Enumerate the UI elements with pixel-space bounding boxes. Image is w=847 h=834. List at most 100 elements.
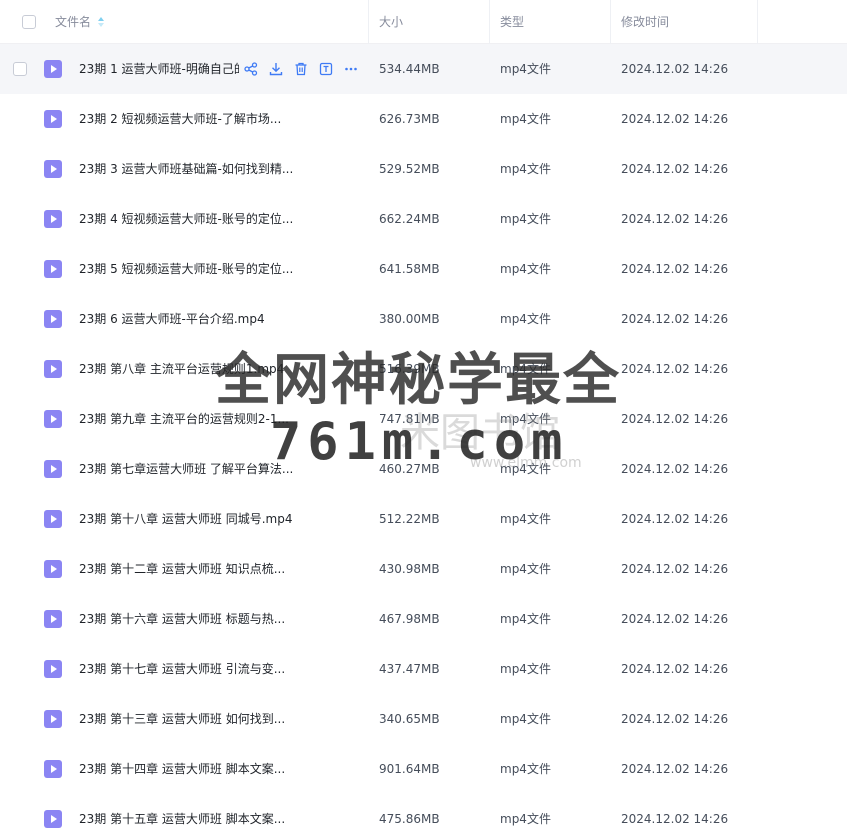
video-file-icon xyxy=(44,660,62,678)
file-modified: 2024.12.02 14:26 xyxy=(621,312,729,326)
file-size: 467.98MB xyxy=(379,612,440,626)
file-type: mp4文件 xyxy=(500,312,551,326)
table-row[interactable]: 23期 第十五章 运营大师班 脚本文案... 475.86MB mp4文件 2024.… xyxy=(0,794,847,834)
file-modified: 2024.12.02 14:26 xyxy=(621,112,729,126)
file-name[interactable]: 23期 第十四章 运营大师班 脚本文案... xyxy=(79,744,349,794)
file-name[interactable]: 23期 第十七章 运营大师班 引流与变... xyxy=(79,644,349,694)
file-modified: 2024.12.02 14:26 xyxy=(621,712,729,726)
video-file-icon xyxy=(44,560,62,578)
file-type: mp4文件 xyxy=(500,412,551,426)
table-row[interactable]: 23期 第十三章 运营大师班 如何找到... 340.65MB mp4文件 2024.… xyxy=(0,694,847,744)
delete-icon[interactable] xyxy=(293,61,309,77)
file-name[interactable]: 23期 1 运营大师班-明确自己的 xyxy=(79,44,239,94)
table-row[interactable]: 23期 第九章 主流平台的运营规则2-1... 747.81MB mp4文件 2024… xyxy=(0,394,847,444)
column-divider[interactable] xyxy=(757,0,758,44)
file-size: 516.39MB xyxy=(379,362,440,376)
row-checkbox[interactable] xyxy=(13,62,27,76)
table-row[interactable]: 23期 3 运营大师班基础篇-如何找到精... 529.52MB mp4文件 2024… xyxy=(0,144,847,194)
rename-icon[interactable] xyxy=(318,61,334,77)
file-type: mp4文件 xyxy=(500,612,551,626)
video-file-icon xyxy=(44,110,62,128)
table-row[interactable]: 23期 2 短视频运营大师班-了解市场... 626.73MB mp4文件 2024.… xyxy=(0,94,847,144)
file-modified: 2024.12.02 14:26 xyxy=(621,162,729,176)
video-file-icon xyxy=(44,360,62,378)
table-row[interactable]: 23期 第十七章 运营大师班 引流与变... 437.47MB mp4文件 2024.… xyxy=(0,644,847,694)
column-header-modified[interactable]: 修改时间 xyxy=(621,0,669,44)
file-type: mp4文件 xyxy=(500,62,551,76)
file-type: mp4文件 xyxy=(500,162,551,176)
file-name[interactable]: 23期 第十二章 运营大师班 知识点梳... xyxy=(79,544,349,594)
table-row[interactable]: 23期 6 运营大师班-平台介绍.mp4 380.00MB mp4文件 2024.12… xyxy=(0,294,847,344)
file-modified: 2024.12.02 14:26 xyxy=(621,512,729,526)
file-type: mp4文件 xyxy=(500,362,551,376)
file-name[interactable]: 23期 5 短视频运营大师班-账号的定位... xyxy=(79,244,349,294)
file-modified: 2024.12.02 14:26 xyxy=(621,562,729,576)
file-name[interactable]: 23期 第七章运营大师班 了解平台算法... xyxy=(79,444,349,494)
file-name[interactable]: 23期 第十六章 运营大师班 标题与热... xyxy=(79,594,349,644)
file-type: mp4文件 xyxy=(500,462,551,476)
file-name[interactable]: 23期 3 运营大师班基础篇-如何找到精... xyxy=(79,144,349,194)
file-type: mp4文件 xyxy=(500,712,551,726)
table-row[interactable]: 23期 1 运营大师班-明确自己的 534.44MB mp4文件 2024.12.02… xyxy=(0,44,847,94)
video-file-icon xyxy=(44,310,62,328)
video-file-icon xyxy=(44,60,62,78)
file-size: 460.27MB xyxy=(379,462,440,476)
file-size: 662.24MB xyxy=(379,212,440,226)
table-row[interactable]: 23期 第八章 主流平台运营规则1.mp4 516.39MB mp4文件 2024.1… xyxy=(0,344,847,394)
video-file-icon xyxy=(44,710,62,728)
file-modified: 2024.12.02 14:26 xyxy=(621,262,729,276)
file-name[interactable]: 23期 第十八章 运营大师班 同城号.mp4 xyxy=(79,494,349,544)
column-divider[interactable] xyxy=(368,0,369,44)
file-type: mp4文件 xyxy=(500,112,551,126)
file-type: mp4文件 xyxy=(500,212,551,226)
file-name[interactable]: 23期 2 短视频运营大师班-了解市场... xyxy=(79,94,349,144)
video-file-icon xyxy=(44,160,62,178)
video-file-icon xyxy=(44,260,62,278)
file-name[interactable]: 23期 第十三章 运营大师班 如何找到... xyxy=(79,694,349,744)
share-icon[interactable] xyxy=(243,61,259,77)
file-type: mp4文件 xyxy=(500,812,551,826)
file-name[interactable]: 23期 6 运营大师班-平台介绍.mp4 xyxy=(79,294,349,344)
select-all-checkbox[interactable] xyxy=(22,15,36,29)
file-type: mp4文件 xyxy=(500,262,551,276)
file-size: 430.98MB xyxy=(379,562,440,576)
column-header-type[interactable]: 类型 xyxy=(500,0,524,44)
file-name[interactable]: 23期 第八章 主流平台运营规则1.mp4 xyxy=(79,344,349,394)
file-type: mp4文件 xyxy=(500,562,551,576)
column-header-name[interactable]: 文件名 xyxy=(55,0,105,44)
table-row[interactable]: 23期 第十二章 运营大师班 知识点梳... 430.98MB mp4文件 2024.… xyxy=(0,544,847,594)
file-size: 512.22MB xyxy=(379,512,440,526)
file-name[interactable]: 23期 第九章 主流平台的运营规则2-1... xyxy=(79,394,349,444)
file-size: 340.65MB xyxy=(379,712,440,726)
video-file-icon xyxy=(44,410,62,428)
file-type: mp4文件 xyxy=(500,512,551,526)
file-size: 475.86MB xyxy=(379,812,440,826)
sort-icon[interactable] xyxy=(97,16,105,28)
column-header-size[interactable]: 大小 xyxy=(379,0,403,44)
file-size: 437.47MB xyxy=(379,662,440,676)
video-file-icon xyxy=(44,760,62,778)
video-file-icon xyxy=(44,210,62,228)
file-size: 529.52MB xyxy=(379,162,440,176)
table-row[interactable]: 23期 第十六章 运营大师班 标题与热... 467.98MB mp4文件 2024.… xyxy=(0,594,847,644)
more-icon[interactable] xyxy=(343,61,359,77)
table-header: 文件名 大小 类型 修改时间 xyxy=(0,0,847,44)
column-divider[interactable] xyxy=(489,0,490,44)
file-modified: 2024.12.02 14:26 xyxy=(621,362,729,376)
file-size: 901.64MB xyxy=(379,762,440,776)
video-file-icon xyxy=(44,610,62,628)
file-size: 380.00MB xyxy=(379,312,440,326)
table-row[interactable]: 23期 4 短视频运营大师班-账号的定位... 662.24MB mp4文件 2024… xyxy=(0,194,847,244)
video-file-icon xyxy=(44,510,62,528)
file-name[interactable]: 23期 第十五章 运营大师班 脚本文案... xyxy=(79,794,349,834)
table-row[interactable]: 23期 第七章运营大师班 了解平台算法... 460.27MB mp4文件 2024.… xyxy=(0,444,847,494)
file-size: 747.81MB xyxy=(379,412,440,426)
file-modified: 2024.12.02 14:26 xyxy=(621,762,729,776)
download-icon[interactable] xyxy=(268,61,284,77)
table-row[interactable]: 23期 第十八章 运营大师班 同城号.mp4 512.22MB mp4文件 2024.… xyxy=(0,494,847,544)
file-size: 534.44MB xyxy=(379,62,440,76)
table-row[interactable]: 23期 第十四章 运营大师班 脚本文案... 901.64MB mp4文件 2024.… xyxy=(0,744,847,794)
file-name[interactable]: 23期 4 短视频运营大师班-账号的定位... xyxy=(79,194,349,244)
column-divider[interactable] xyxy=(610,0,611,44)
table-row[interactable]: 23期 5 短视频运营大师班-账号的定位... 641.58MB mp4文件 2024… xyxy=(0,244,847,294)
